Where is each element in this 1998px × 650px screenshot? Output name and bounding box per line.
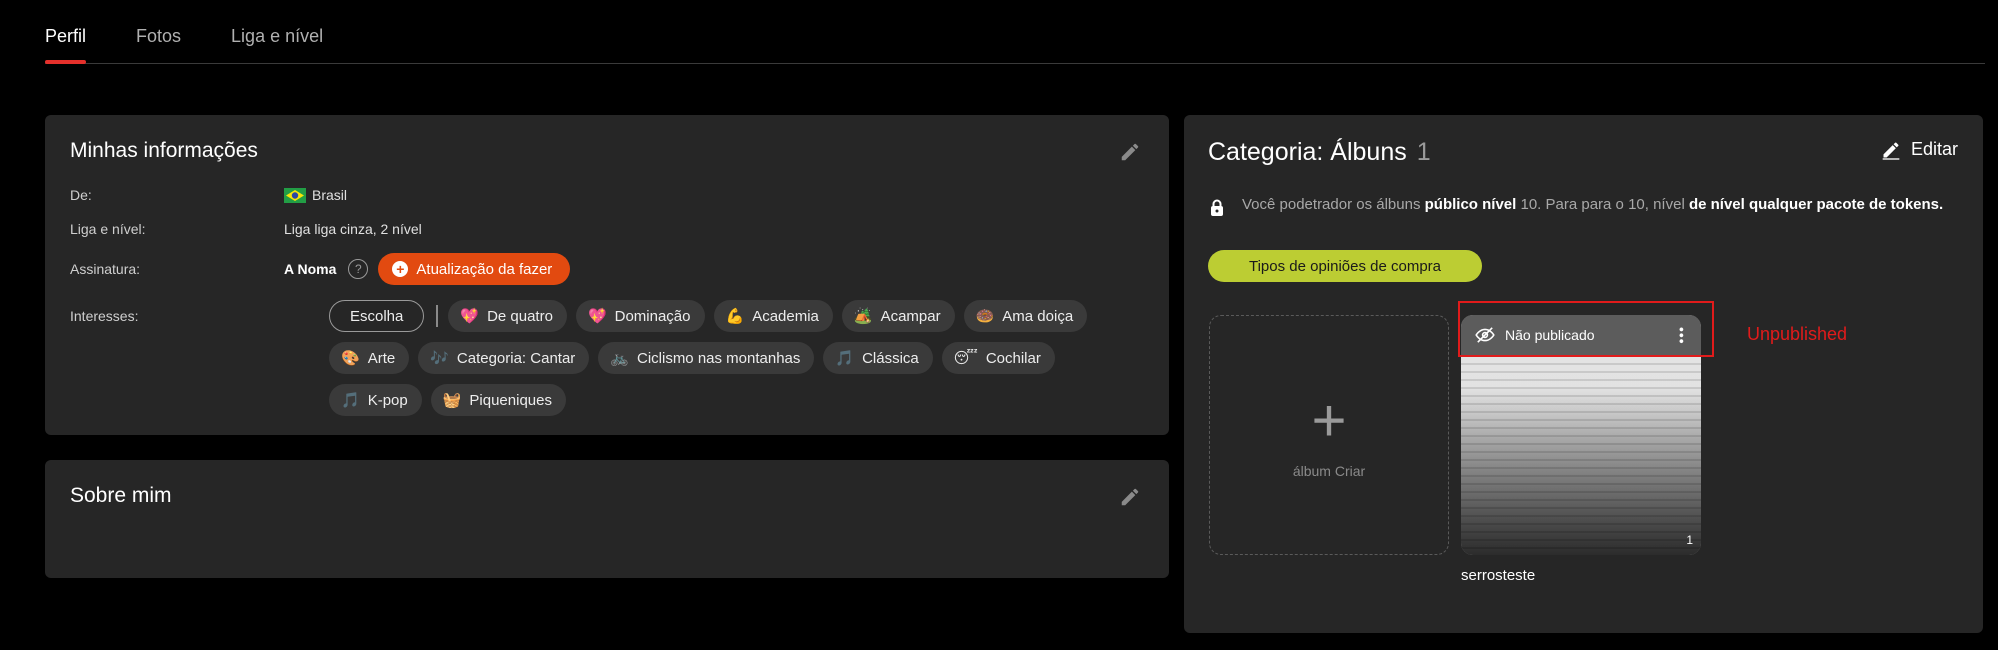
my-info-title: Minhas informações xyxy=(70,139,258,162)
interests-row: Interesses: xyxy=(70,308,284,324)
interest-label: K-pop xyxy=(367,391,408,409)
interest-label: Arte xyxy=(367,349,396,367)
interest-chip[interactable]: 😴 Cochilar xyxy=(941,342,1055,374)
upgrade-button[interactable]: + Atualização da fazer xyxy=(378,253,571,285)
interest-chip[interactable]: 🎵 Clássica xyxy=(823,342,933,374)
interest-label: Cochilar xyxy=(985,349,1041,367)
albums-title: Categoria: Álbuns 1 xyxy=(1208,138,1431,167)
notice-text: 10. Para para o 10, nível xyxy=(1516,196,1689,213)
heart-icon: 💖 xyxy=(587,308,607,325)
subscription-label: Assinatura: xyxy=(70,261,141,277)
palette-icon: 🎨 xyxy=(341,350,360,367)
edit-pencil-icon[interactable] xyxy=(1119,141,1141,163)
edit-pencil-icon[interactable] xyxy=(1119,486,1141,508)
interest-label: Dominação xyxy=(614,307,691,325)
interest-label: Acampar xyxy=(880,307,941,325)
donut-icon: 🍩 xyxy=(975,308,995,325)
interest-chip[interactable]: 🎨 Arte xyxy=(329,342,410,374)
create-album-label: álbum Criar xyxy=(1292,463,1366,479)
choose-interests-button[interactable]: Escolha xyxy=(329,300,425,332)
chip-divider xyxy=(436,305,439,327)
music-note-icon: 🎵 xyxy=(341,392,360,409)
interest-chip[interactable]: 🏕️ Acampar xyxy=(841,300,955,332)
interest-chip[interactable]: 💖 De quatro xyxy=(448,300,567,332)
profile-tabs: Perfil Fotos Liga e nível xyxy=(45,0,1985,64)
interests-chips: Escolha 💖 De quatro 💖 Dominação 💪 Academia … xyxy=(329,300,1149,426)
sleeping-face-icon: 😴 xyxy=(953,350,978,367)
tab-league-level[interactable]: Liga e nível xyxy=(231,26,323,63)
about-me-title: Sobre mim xyxy=(70,484,172,507)
heart-icon: 💖 xyxy=(460,308,480,325)
notice-bold: de nível qualquer pacote de tokens. xyxy=(1688,196,1944,213)
subscription-row: Assinatura: A Noma ? + Atualização da fa… xyxy=(70,253,571,285)
from-value: Brasil xyxy=(312,187,348,203)
interest-chip[interactable]: 💪 Academia xyxy=(713,300,833,332)
interests-label: Interesses: xyxy=(70,308,139,324)
bicycle-icon: 🚲 xyxy=(610,350,629,367)
league-value: Liga liga cinza, 2 nível xyxy=(284,221,422,237)
brazil-flag-icon xyxy=(284,187,306,203)
plus-icon: + xyxy=(1311,387,1347,454)
interest-label: Ama doiça xyxy=(1002,307,1074,325)
interest-chip[interactable]: 🧺 Piqueniques xyxy=(430,384,566,416)
plus-circle-icon: + xyxy=(392,261,409,277)
interest-chip[interactable]: 💖 Dominação xyxy=(575,300,705,332)
notice-text: Você podetrador os álbuns xyxy=(1242,196,1425,213)
lock-icon xyxy=(1211,199,1223,216)
create-album-button[interactable]: + álbum Criar xyxy=(1209,315,1449,555)
music-note-icon: 🎵 xyxy=(835,350,855,367)
interest-label: De quatro xyxy=(487,307,553,325)
from-label: De: xyxy=(70,187,92,203)
picnic-basket-icon: 🧺 xyxy=(442,392,462,409)
edit-albums-button[interactable]: Editar xyxy=(1881,139,1958,160)
notice-bold: público nível xyxy=(1424,196,1517,213)
albums-notice: Você podetrador os álbuns público nível … xyxy=(1242,193,1958,216)
about-me-card: Sobre mim xyxy=(45,460,1169,578)
unpublished-highlight-box xyxy=(1458,301,1714,357)
interest-label: Academia xyxy=(752,307,819,325)
help-icon[interactable]: ? xyxy=(348,259,369,279)
buy-options-button[interactable]: Tipos de opiniões de compra xyxy=(1208,250,1482,282)
album-photo-count: 1 xyxy=(1686,533,1693,547)
tab-photos[interactable]: Fotos xyxy=(136,26,181,63)
unpublished-annotation: Unpublished xyxy=(1747,324,1848,344)
interest-chip[interactable]: 🎶 Categoria: Cantar xyxy=(418,342,590,374)
interest-chip[interactable]: 🍩 Ama doiça xyxy=(963,300,1088,332)
league-row: Liga e nível: Liga liga cinza, 2 nível xyxy=(70,221,422,237)
from-row: De: Brasil xyxy=(70,187,347,203)
interest-label: Ciclismo nas montanhas xyxy=(636,349,801,367)
flexed-biceps-icon: 💪 xyxy=(725,308,745,325)
albums-card: Categoria: Álbuns 1 Editar Você podetrado… xyxy=(1184,115,1983,633)
album-name: serrosteste xyxy=(1461,567,1536,584)
albums-title-text: Categoria: Álbuns xyxy=(1208,138,1407,166)
interest-label: Piqueniques xyxy=(469,391,552,409)
upgrade-label: Atualização da fazer xyxy=(416,260,553,278)
interest-label: Categoria: Cantar xyxy=(456,349,576,367)
camping-icon: 🏕️ xyxy=(853,308,873,325)
subscription-value: A Noma xyxy=(284,261,337,277)
league-label: Liga e nível: xyxy=(70,221,146,237)
my-info-card: Minhas informações De: Brasil Liga e nív… xyxy=(45,115,1169,435)
music-notes-icon: 🎶 xyxy=(430,350,449,367)
interest-chip[interactable]: 🎵 K-pop xyxy=(329,384,422,416)
edit-label: Editar xyxy=(1910,139,1958,159)
interest-label: Clássica xyxy=(862,349,919,367)
pencil-icon xyxy=(1882,141,1900,160)
interest-chip[interactable]: 🚲 Ciclismo nas montanhas xyxy=(598,342,815,374)
albums-count: 1 xyxy=(1416,138,1431,166)
tab-profile[interactable]: Perfil xyxy=(45,26,87,64)
